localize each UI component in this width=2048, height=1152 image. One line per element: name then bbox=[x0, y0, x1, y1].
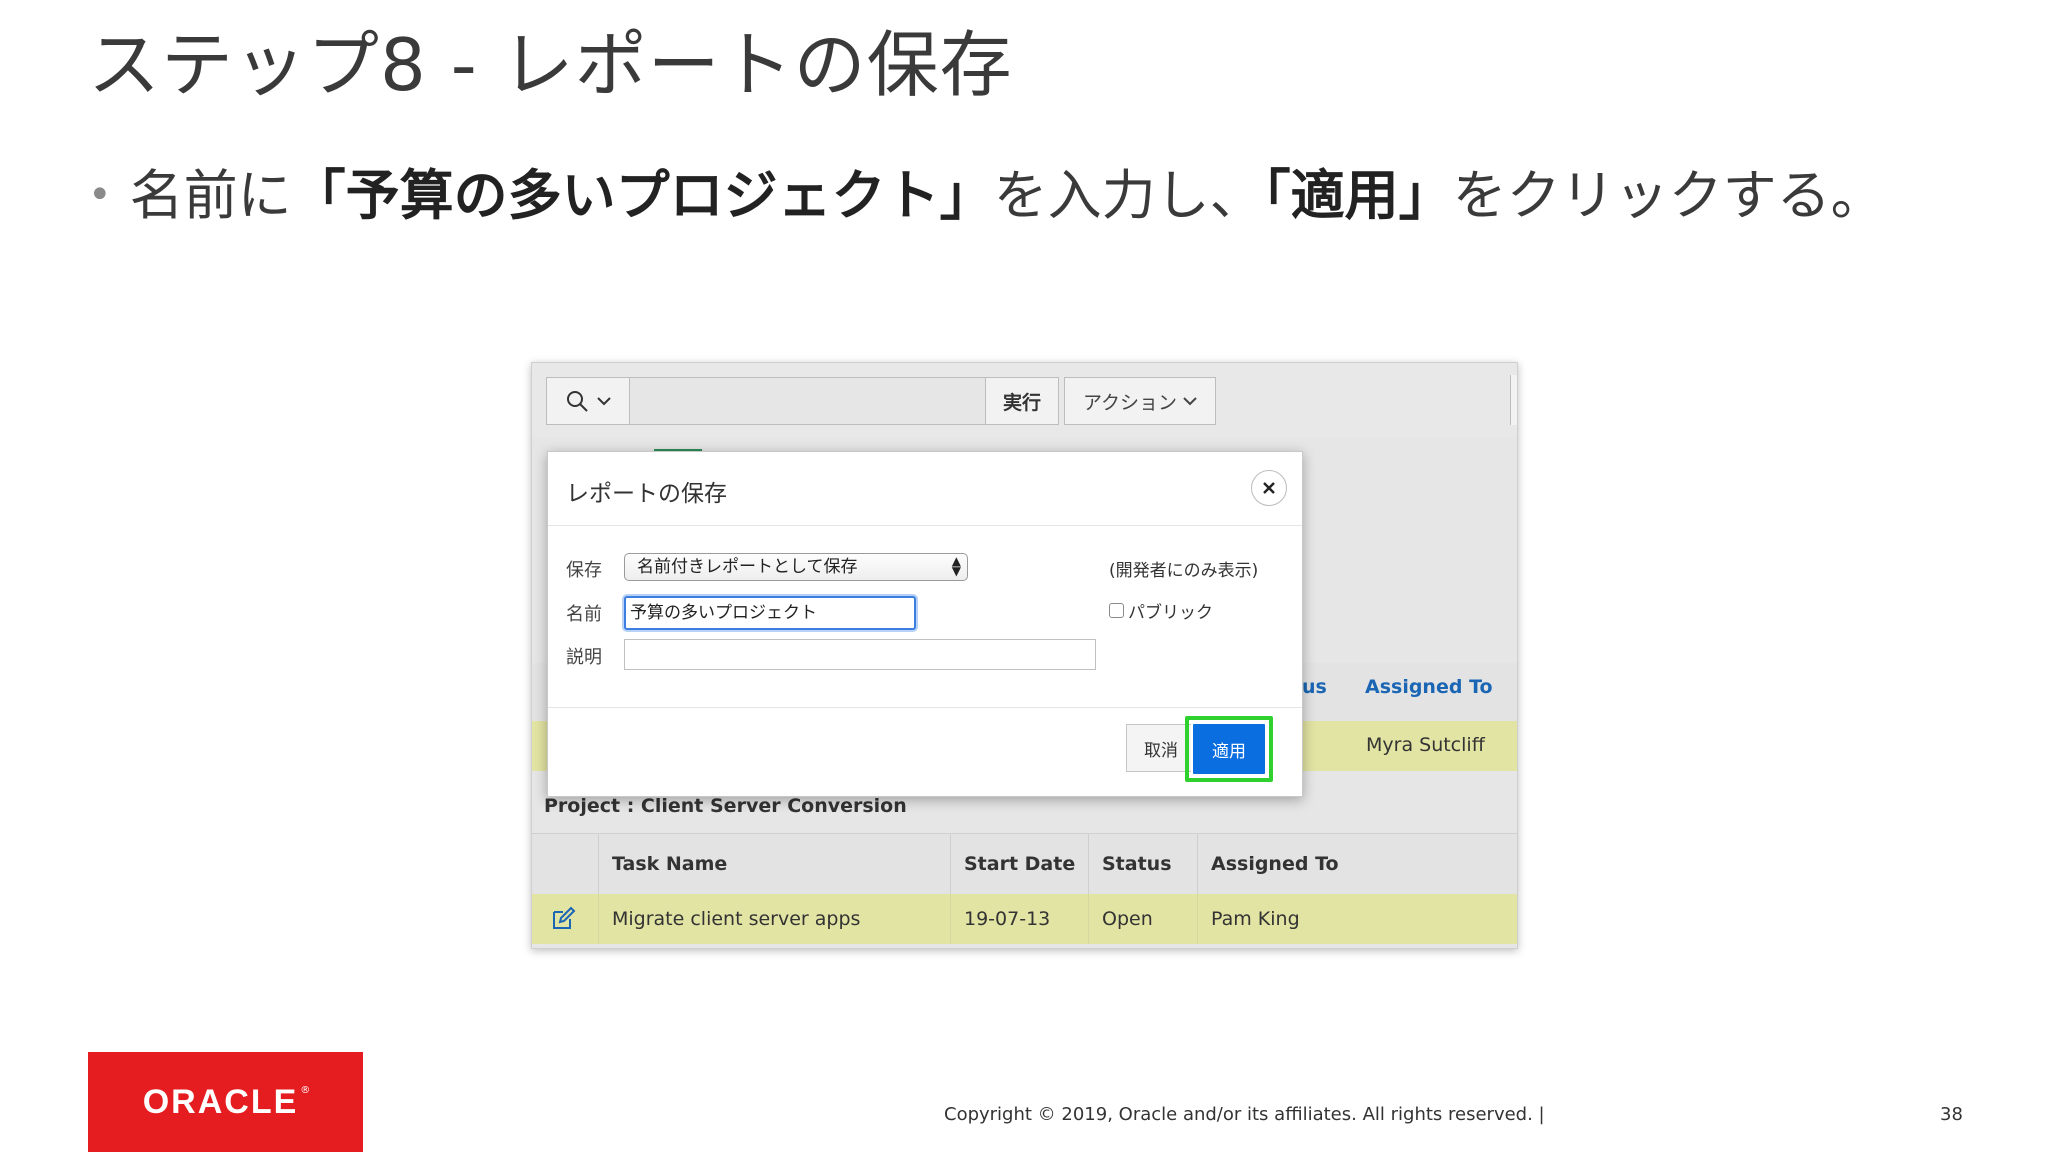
close-button[interactable] bbox=[1251, 470, 1287, 506]
search-input[interactable] bbox=[630, 378, 986, 424]
name-label: 名前 bbox=[566, 604, 602, 625]
table-row: Migrate client server apps 19-07-13 Open… bbox=[532, 894, 1517, 944]
bullet-prefix: 名前に bbox=[129, 164, 292, 227]
assigned-to-sort-header[interactable]: Assigned To bbox=[1365, 676, 1493, 698]
search-column-button[interactable] bbox=[547, 378, 630, 424]
edit-icon[interactable] bbox=[550, 906, 576, 932]
description-input[interactable] bbox=[624, 639, 1096, 670]
registered-mark-icon: ® bbox=[300, 1084, 311, 1096]
chevron-down-icon bbox=[597, 397, 611, 406]
column-header-task-name[interactable]: Task Name bbox=[598, 834, 950, 894]
column-header-status[interactable]: Status bbox=[1088, 834, 1197, 894]
save-type-value: 名前付きレポートとして保存 bbox=[637, 557, 858, 577]
save-report-dialog: レポートの保存 保存 名前付きレポートとして保存 ▲ ▼ 名前 予算の多いプロジェ… bbox=[547, 451, 1303, 797]
save-type-select[interactable]: 名前付きレポートとして保存 ▲ ▼ bbox=[624, 553, 968, 581]
cell-task-name: Migrate client server apps bbox=[612, 908, 861, 930]
report-toolbar: 実行 アクション bbox=[532, 363, 1517, 438]
oracle-logo: ORACLE ® bbox=[88, 1052, 363, 1152]
cell-start-date: 19-07-13 bbox=[964, 908, 1051, 930]
search-group: 実行 bbox=[546, 377, 1059, 425]
copyright-notice: Copyright © 2019, Oracle and/or its affi… bbox=[944, 1104, 1545, 1125]
column-header-assigned-to[interactable]: Assigned To bbox=[1197, 834, 1357, 894]
chevron-down-icon bbox=[1183, 397, 1197, 406]
bullet-name-quoted: 「予算の多いプロジェクト」 bbox=[291, 164, 994, 227]
cell-status: Open bbox=[1102, 908, 1153, 930]
oracle-logo-text: ORACLE bbox=[142, 1082, 299, 1121]
public-checkbox[interactable] bbox=[1109, 603, 1124, 618]
slide-bullet: • 名前に「予算の多いプロジェクト」を入力し、「適用」をクリックする。 bbox=[88, 160, 1885, 237]
bullet-suffix: をクリックする。 bbox=[1452, 164, 1885, 227]
bullet-middle: を入力し、 bbox=[993, 164, 1264, 227]
assignee-cell: Myra Sutcliff bbox=[1366, 734, 1485, 756]
table-header: Task Name Start Date Status Assigned To bbox=[532, 833, 1517, 895]
dialog-footer-divider bbox=[548, 707, 1302, 708]
magnifier-icon bbox=[567, 391, 588, 412]
developer-only-note: (開発者にのみ表示) bbox=[1109, 561, 1259, 581]
slide-title: ステップ8 - レポートの保存 bbox=[88, 23, 1013, 107]
group-break-label: Project : Client Server Conversion bbox=[544, 795, 907, 817]
name-input[interactable]: 予算の多いプロジェクト bbox=[624, 596, 916, 630]
column-header-start-date[interactable]: Start Date bbox=[950, 834, 1088, 894]
status-header-fragment: us bbox=[1302, 676, 1327, 698]
bullet-button-quoted: 「適用」 bbox=[1263, 164, 1453, 227]
save-label: 保存 bbox=[566, 560, 602, 581]
actions-label: アクション bbox=[1082, 391, 1178, 414]
dialog-header-divider bbox=[548, 525, 1302, 526]
bullet-dot-icon: • bbox=[88, 172, 112, 218]
app-screenshot: 実行 アクション us Assigned To Myra Sutcliff Pr… bbox=[531, 362, 1518, 949]
run-button[interactable]: 実行 bbox=[986, 378, 1058, 424]
apply-button[interactable]: 適用 bbox=[1191, 722, 1267, 776]
cell-assigned-to: Pam King bbox=[1211, 908, 1300, 930]
select-arrows-icon: ▲ ▼ bbox=[951, 554, 961, 578]
public-checkbox-field[interactable]: パブリック bbox=[1109, 598, 1213, 623]
dialog-title: レポートの保存 bbox=[566, 481, 727, 507]
close-icon bbox=[1263, 482, 1275, 494]
actions-menu-button[interactable]: アクション bbox=[1064, 377, 1216, 425]
page-number: 38 bbox=[1940, 1104, 1963, 1125]
toolbar-edge-control bbox=[1510, 375, 1517, 425]
public-label: パブリック bbox=[1128, 603, 1213, 623]
description-label: 説明 bbox=[566, 647, 602, 668]
